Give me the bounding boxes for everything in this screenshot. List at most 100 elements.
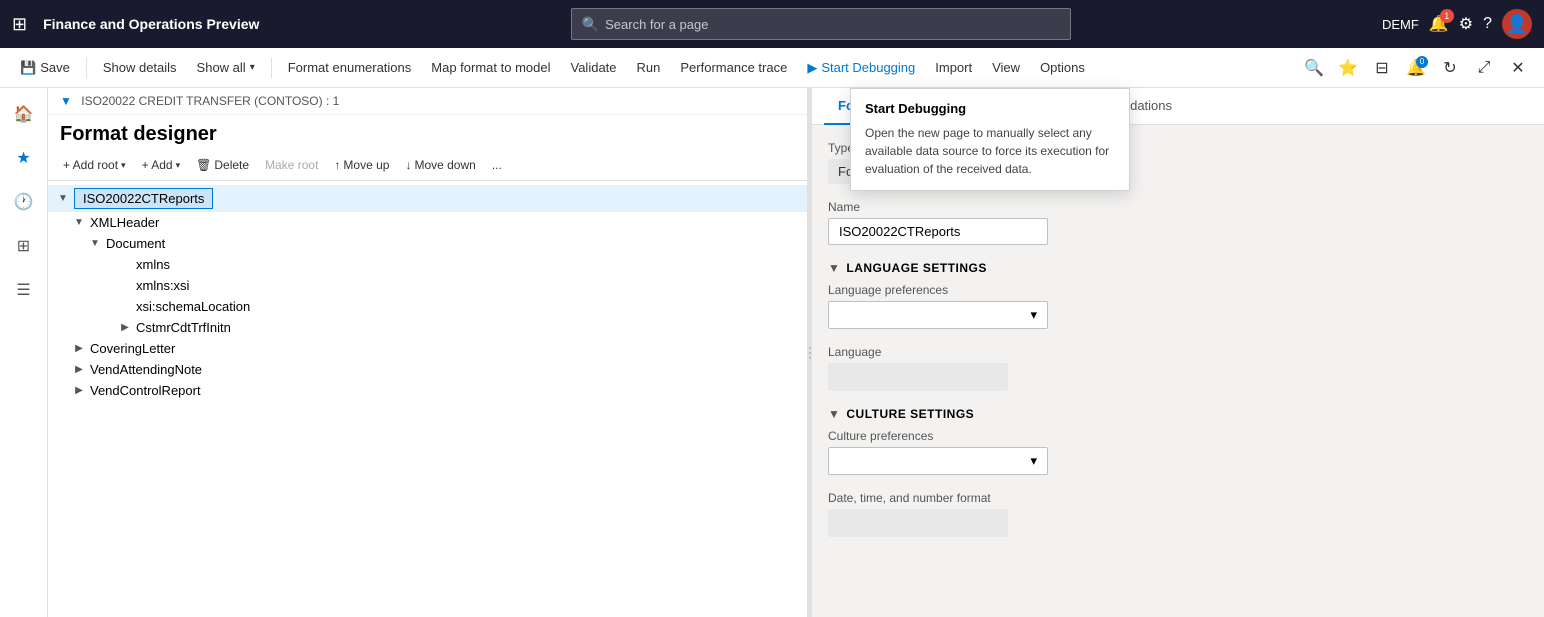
list-icon[interactable]: ☰ — [6, 272, 42, 308]
tree-row[interactable]: ▶ VendAttendingNote — [48, 359, 807, 380]
notification-icon[interactable]: 🔔 1 — [1429, 14, 1449, 34]
datetime-label: Date, time, and number format — [828, 491, 1528, 505]
tree-row[interactable]: ▶ CstmrCdtTrfInitn — [48, 317, 807, 338]
tree-row[interactable]: ▶ xmlns — [48, 254, 807, 275]
lang-pref-chevron: ▾ — [1030, 307, 1037, 323]
tree-item-label: xsi:schemaLocation — [136, 299, 250, 314]
tree-row[interactable]: ▼ ISO20022CTReports — [48, 185, 807, 212]
import-button[interactable]: Import — [927, 56, 980, 79]
lang-pref-dropdown[interactable]: ▾ — [828, 301, 1048, 329]
breadcrumb: ▼ ISO20022 CREDIT TRANSFER (CONTOSO) : 1 — [48, 88, 807, 115]
view-button[interactable]: View — [984, 56, 1028, 79]
tree-item-label: XMLHeader — [90, 215, 159, 230]
tree-row[interactable]: ▼ XMLHeader — [48, 212, 807, 233]
save-icon: 💾 — [20, 60, 36, 76]
start-debugging-button[interactable]: ▶ Start Debugging — [799, 56, 923, 80]
main-content: 🏠 ★ 🕐 ⊞ ☰ ▼ ISO20022 CREDIT TRANSFER (CO… — [0, 88, 1544, 617]
tree-row[interactable]: ▼ Document — [48, 233, 807, 254]
tree-item-label: xmlns:xsi — [136, 278, 189, 293]
tooltip-title: Start Debugging — [865, 101, 1115, 116]
user-label: DEMF — [1382, 17, 1419, 32]
bookmark-icon[interactable]: ⭐ — [1334, 54, 1362, 82]
culture-pref-chevron: ▾ — [1030, 453, 1037, 469]
top-nav: ⊞ Finance and Operations Preview 🔍 DEMF … — [0, 0, 1544, 48]
side-panel-icon[interactable]: ⊟ — [1368, 54, 1396, 82]
lang-label: Language — [828, 345, 1528, 359]
tree-row[interactable]: ▶ CoveringLetter — [48, 338, 807, 359]
help-icon[interactable]: ? — [1483, 15, 1492, 33]
make-root-button[interactable]: Make root — [258, 154, 325, 176]
format-enum-button[interactable]: Format enumerations — [280, 56, 420, 79]
notification-bell-icon[interactable]: 🔔0 — [1402, 54, 1430, 82]
search-input[interactable] — [605, 17, 1060, 32]
favorites-icon[interactable]: ★ — [6, 140, 42, 176]
culture-settings-label: CULTURE SETTINGS — [846, 407, 974, 421]
move-up-arrow: ↑ — [334, 158, 340, 172]
options-button[interactable]: Options — [1032, 56, 1093, 79]
close-icon[interactable]: ✕ — [1504, 54, 1532, 82]
tree-item-label: xmlns — [136, 257, 170, 272]
culture-settings-header: ▼ CULTURE SETTINGS — [828, 407, 1528, 421]
move-up-button[interactable]: ↑ Move up — [327, 154, 396, 176]
delete-button[interactable]: 🗑 Delete — [189, 154, 256, 176]
add-root-button[interactable]: + Add root ▾ — [56, 154, 133, 176]
tree-row[interactable]: ▶ xmlns:xsi — [48, 275, 807, 296]
settings-icon[interactable]: ⚙ — [1459, 14, 1473, 34]
debug-tooltip: Start Debugging Open the new page to man… — [850, 88, 1130, 191]
nav-right: DEMF 🔔 1 ⚙ ? 👤 — [1382, 9, 1532, 39]
recent-icon[interactable]: 🕐 — [6, 184, 42, 220]
name-input[interactable] — [828, 218, 1048, 245]
tree-item-label: Document — [106, 236, 165, 251]
search-bar[interactable]: 🔍 — [571, 8, 1071, 40]
tree-item-label: VendControlReport — [90, 383, 201, 398]
show-all-button[interactable]: Show all ▾ — [189, 56, 263, 79]
show-details-button[interactable]: Show details — [95, 56, 185, 79]
run-button[interactable]: Run — [629, 56, 669, 79]
language-toggle[interactable]: ▼ — [828, 261, 840, 275]
lang-pref-label: Language preferences — [828, 283, 1528, 297]
search-toolbar-icon[interactable]: 🔍 — [1300, 54, 1328, 82]
tree-item-label: ISO20022CTReports — [74, 188, 213, 209]
add-button[interactable]: + Add ▾ — [135, 154, 188, 176]
add-root-chevron: ▾ — [121, 160, 126, 171]
tree-toggle-1[interactable]: ▼ — [72, 216, 86, 230]
workspaces-icon[interactable]: ⊞ — [6, 228, 42, 264]
language-settings-label: LANGUAGE SETTINGS — [846, 261, 987, 275]
datetime-value — [828, 509, 1008, 537]
tree-toggle-0[interactable]: ▼ — [56, 192, 70, 206]
tree-content: ▼ ISO20022CTReports ▼ XMLHeader ▼ Docume… — [48, 181, 807, 617]
toolbar-far-right: 🔍 ⭐ ⊟ 🔔0 ↻ ⤢ ✕ — [1300, 54, 1532, 82]
tree-toggle-6[interactable]: ▶ — [118, 321, 132, 335]
save-button[interactable]: 💾 Save — [12, 56, 78, 80]
home-icon[interactable]: 🏠 — [6, 96, 42, 132]
culture-pref-group: Culture preferences ▾ — [828, 429, 1528, 475]
app-title: Finance and Operations Preview — [43, 16, 259, 32]
more-options-button[interactable]: ... — [485, 154, 509, 176]
culture-pref-dropdown[interactable]: ▾ — [828, 447, 1048, 475]
search-icon: 🔍 — [582, 16, 599, 33]
tree-toggle-7[interactable]: ▶ — [72, 342, 86, 356]
tree-row[interactable]: ▶ VendControlReport — [48, 380, 807, 401]
culture-pref-label: Culture preferences — [828, 429, 1528, 443]
expand-icon[interactable]: ⤢ — [1470, 54, 1498, 82]
page-title: Format designer — [60, 123, 795, 146]
tree-item-label: CstmrCdtTrfInitn — [136, 320, 231, 335]
main-toolbar: 💾 Save Show details Show all ▾ Format en… — [0, 48, 1544, 88]
tree-toggle-2[interactable]: ▼ — [88, 237, 102, 251]
move-down-button[interactable]: ↓ Move down — [398, 154, 482, 176]
name-field-group: Name — [828, 200, 1528, 245]
tree-toggle-9[interactable]: ▶ — [72, 384, 86, 398]
show-all-chevron: ▾ — [250, 62, 255, 73]
avatar[interactable]: 👤 — [1502, 9, 1532, 39]
validate-button[interactable]: Validate — [563, 56, 625, 79]
tree-toggle-8[interactable]: ▶ — [72, 363, 86, 377]
tree-row[interactable]: ▶ xsi:schemaLocation — [48, 296, 807, 317]
lang-value — [828, 363, 1008, 391]
tooltip-body: Open the new page to manually select any… — [865, 124, 1115, 178]
perf-trace-button[interactable]: Performance trace — [672, 56, 795, 79]
grid-menu-icon[interactable]: ⊞ — [12, 14, 27, 35]
culture-toggle[interactable]: ▼ — [828, 407, 840, 421]
refresh-icon[interactable]: ↻ — [1436, 54, 1464, 82]
side-icons: 🏠 ★ 🕐 ⊞ ☰ — [0, 88, 48, 617]
map-format-button[interactable]: Map format to model — [423, 56, 558, 79]
